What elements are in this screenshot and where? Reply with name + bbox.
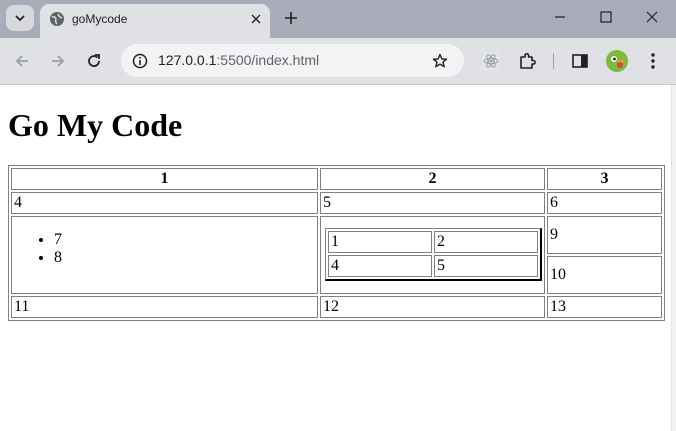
table-cell: 12: [320, 296, 545, 318]
bookmark-button[interactable]: [430, 51, 450, 71]
nested-cell: 2: [434, 230, 538, 253]
web-page: Go My Code 1 2 3 4 5 6 7 8 1 2: [0, 85, 671, 431]
header-cell: 2: [320, 168, 545, 190]
nested-row: 1 2: [328, 230, 538, 253]
table-cell: 9: [547, 216, 662, 254]
list-item: 7: [54, 231, 315, 249]
side-panel-icon: [572, 54, 588, 68]
puzzle-icon: [520, 52, 536, 69]
table-cell: 10: [547, 256, 662, 294]
table-cell: 5: [320, 192, 545, 214]
table-header-row: 1 2 3: [11, 168, 662, 190]
main-table: 1 2 3 4 5 6 7 8 1 2: [8, 165, 665, 321]
nested-cell: 4: [328, 254, 432, 277]
close-icon: [646, 11, 658, 23]
arrow-left-icon: [15, 55, 28, 67]
maximize-icon: [600, 11, 612, 23]
info-icon: [132, 53, 147, 68]
header-cell: 1: [11, 168, 318, 190]
arrow-right-icon: [52, 55, 65, 67]
url-host: 127.0.0.1: [158, 52, 217, 68]
list-item: 8: [54, 249, 315, 267]
star-icon: [432, 53, 448, 68]
tab-title: goMycode: [72, 12, 128, 26]
tab-strip: goMycode: [0, 0, 676, 38]
header-cell: 3: [547, 168, 662, 190]
reload-button[interactable]: [82, 49, 106, 73]
new-tab-button[interactable]: [281, 8, 301, 28]
tab-search-button[interactable]: [6, 5, 34, 31]
minimize-button[interactable]: [546, 5, 574, 29]
side-panel-button[interactable]: [569, 50, 591, 72]
reload-icon: [88, 54, 100, 67]
bullet-list: 7 8: [14, 225, 315, 285]
forward-button[interactable]: [46, 49, 70, 73]
site-info-button[interactable]: [127, 48, 152, 73]
page-heading: Go My Code: [8, 107, 183, 143]
react-devtools-extension[interactable]: [480, 50, 502, 72]
plus-icon: [285, 12, 297, 24]
table-row: 7 8 1 2 4 5 9: [11, 216, 662, 294]
toolbar-divider: [553, 53, 554, 69]
table-cell: 11: [11, 296, 318, 318]
url-path: :5500/index.html: [216, 52, 320, 68]
table-cell: 13: [547, 296, 662, 318]
nested-row: 4 5: [328, 254, 538, 277]
table-row: 11 12 13: [11, 296, 662, 318]
maximize-button[interactable]: [592, 5, 620, 29]
more-vert-icon: [651, 53, 655, 69]
url-text[interactable]: 127.0.0.1:5500/index.html: [158, 52, 319, 68]
table-cell: 4: [11, 192, 318, 214]
table-row: 4 5 6: [11, 192, 662, 214]
nested-cell: 1: [328, 230, 432, 253]
close-icon: [251, 14, 261, 24]
minimize-icon: [555, 16, 565, 18]
tab-close-button[interactable]: [248, 11, 264, 27]
page-scrollbar[interactable]: [671, 85, 676, 431]
menu-button[interactable]: [642, 50, 664, 72]
chevron-down-icon: [15, 15, 25, 22]
extensions-button[interactable]: [516, 50, 538, 72]
avatar-icon: [606, 50, 628, 72]
address-bar[interactable]: 127.0.0.1:5500/index.html: [121, 44, 464, 77]
nested-table: 1 2 4 5: [325, 227, 542, 281]
nested-table-cell: 1 2 4 5: [320, 216, 545, 294]
browser-tab[interactable]: goMycode: [40, 4, 270, 38]
back-button[interactable]: [10, 49, 34, 73]
profile-avatar[interactable]: [606, 50, 628, 72]
react-icon: [482, 52, 500, 70]
list-cell: 7 8: [11, 216, 318, 294]
nested-cell: 5: [434, 254, 538, 277]
browser-toolbar: 127.0.0.1:5500/index.html: [0, 38, 676, 85]
globe-icon: [50, 12, 64, 26]
table-cell: 6: [547, 192, 662, 214]
close-window-button[interactable]: [638, 5, 666, 29]
